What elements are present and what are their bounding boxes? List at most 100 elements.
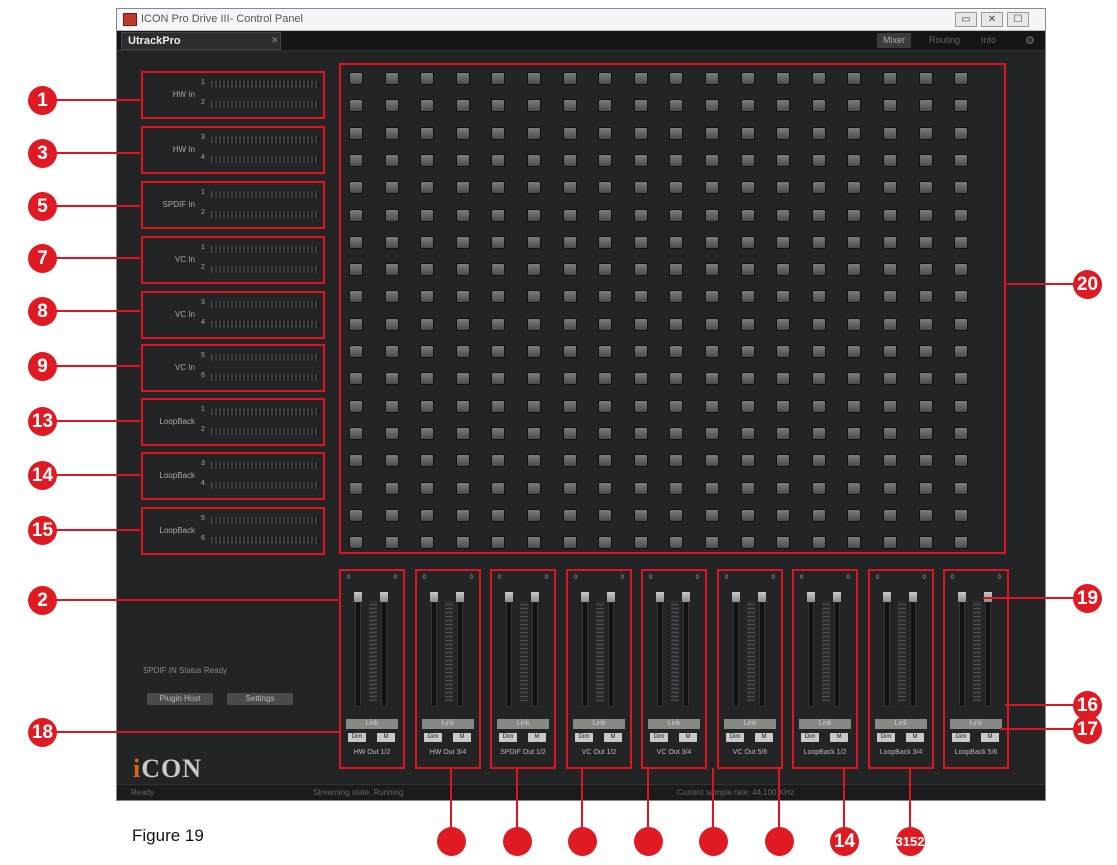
matrix-button[interactable] [705, 290, 719, 303]
matrix-button[interactable] [919, 372, 933, 385]
matrix-button[interactable] [847, 536, 861, 549]
matrix-button[interactable] [776, 290, 790, 303]
matrix-button[interactable] [741, 181, 755, 194]
fader-knob-left[interactable] [882, 591, 892, 603]
matrix-button[interactable] [705, 345, 719, 358]
matrix-button[interactable] [456, 372, 470, 385]
matrix-button[interactable] [776, 72, 790, 85]
matrix-button[interactable] [669, 400, 683, 413]
matrix-button[interactable] [741, 536, 755, 549]
matrix-button[interactable] [919, 263, 933, 276]
matrix-button[interactable] [883, 372, 897, 385]
matrix-button[interactable] [563, 400, 577, 413]
fader-knob-right[interactable] [379, 591, 389, 603]
matrix-button[interactable] [491, 345, 505, 358]
matrix-button[interactable] [883, 482, 897, 495]
matrix-button[interactable] [491, 99, 505, 112]
matrix-button[interactable] [883, 263, 897, 276]
matrix-button[interactable] [598, 427, 612, 440]
fader-knob-right[interactable] [681, 591, 691, 603]
matrix-button[interactable] [456, 345, 470, 358]
fader-knob-left[interactable] [806, 591, 816, 603]
fader-knob-right[interactable] [832, 591, 842, 603]
matrix-button[interactable] [491, 400, 505, 413]
matrix-button[interactable] [776, 482, 790, 495]
fader-knob-left[interactable] [957, 591, 967, 603]
matrix-button[interactable] [563, 454, 577, 467]
matrix-button[interactable] [669, 427, 683, 440]
matrix-button[interactable] [812, 72, 826, 85]
matrix-button[interactable] [456, 290, 470, 303]
matrix-button[interactable] [883, 154, 897, 167]
matrix-button[interactable] [456, 127, 470, 140]
matrix-button[interactable] [527, 454, 541, 467]
matrix-button[interactable] [563, 127, 577, 140]
matrix-button[interactable] [954, 318, 968, 331]
mute-button[interactable]: M [679, 733, 697, 742]
matrix-button[interactable] [456, 263, 470, 276]
matrix-button[interactable] [705, 509, 719, 522]
matrix-button[interactable] [705, 72, 719, 85]
matrix-button[interactable] [776, 181, 790, 194]
matrix-button[interactable] [491, 209, 505, 222]
matrix-button[interactable] [954, 263, 968, 276]
matrix-button[interactable] [349, 345, 363, 358]
matrix-button[interactable] [919, 482, 933, 495]
matrix-button[interactable] [919, 290, 933, 303]
matrix-button[interactable] [776, 209, 790, 222]
matrix-button[interactable] [456, 400, 470, 413]
matrix-button[interactable] [919, 427, 933, 440]
matrix-button[interactable] [883, 318, 897, 331]
matrix-button[interactable] [456, 318, 470, 331]
matrix-button[interactable] [349, 509, 363, 522]
matrix-button[interactable] [598, 72, 612, 85]
matrix-button[interactable] [385, 482, 399, 495]
matrix-button[interactable] [456, 209, 470, 222]
plugin-host-button[interactable]: Plugin Host [147, 693, 213, 705]
fader-knob-right[interactable] [757, 591, 767, 603]
matrix-button[interactable] [385, 400, 399, 413]
matrix-button[interactable] [847, 345, 861, 358]
mute-button[interactable]: M [981, 733, 999, 742]
matrix-button[interactable] [385, 427, 399, 440]
matrix-button[interactable] [598, 318, 612, 331]
matrix-button[interactable] [847, 400, 861, 413]
matrix-button[interactable] [420, 345, 434, 358]
matrix-button[interactable] [954, 209, 968, 222]
matrix-button[interactable] [812, 536, 826, 549]
matrix-button[interactable] [919, 345, 933, 358]
matrix-button[interactable] [598, 345, 612, 358]
matrix-button[interactable] [883, 536, 897, 549]
matrix-button[interactable] [883, 290, 897, 303]
matrix-button[interactable] [385, 536, 399, 549]
matrix-button[interactable] [634, 400, 648, 413]
matrix-button[interactable] [634, 99, 648, 112]
maximize-button[interactable]: ☐ [1007, 12, 1029, 27]
matrix-button[interactable] [847, 482, 861, 495]
matrix-button[interactable] [456, 509, 470, 522]
matrix-button[interactable] [919, 318, 933, 331]
matrix-button[interactable] [741, 318, 755, 331]
matrix-button[interactable] [812, 263, 826, 276]
matrix-button[interactable] [385, 181, 399, 194]
matrix-button[interactable] [847, 290, 861, 303]
matrix-button[interactable] [776, 318, 790, 331]
matrix-button[interactable] [349, 127, 363, 140]
matrix-button[interactable] [563, 482, 577, 495]
dim-button[interactable]: Dim [575, 733, 593, 742]
dim-button[interactable]: Dim [801, 733, 819, 742]
matrix-button[interactable] [919, 454, 933, 467]
mute-button[interactable]: M [755, 733, 773, 742]
matrix-button[interactable] [741, 372, 755, 385]
matrix-button[interactable] [883, 400, 897, 413]
matrix-button[interactable] [598, 509, 612, 522]
matrix-button[interactable] [705, 482, 719, 495]
matrix-button[interactable] [420, 536, 434, 549]
matrix-button[interactable] [634, 236, 648, 249]
matrix-button[interactable] [491, 290, 505, 303]
matrix-button[interactable] [812, 290, 826, 303]
matrix-button[interactable] [598, 372, 612, 385]
matrix-button[interactable] [847, 181, 861, 194]
dim-button[interactable]: Dim [499, 733, 517, 742]
matrix-button[interactable] [847, 99, 861, 112]
